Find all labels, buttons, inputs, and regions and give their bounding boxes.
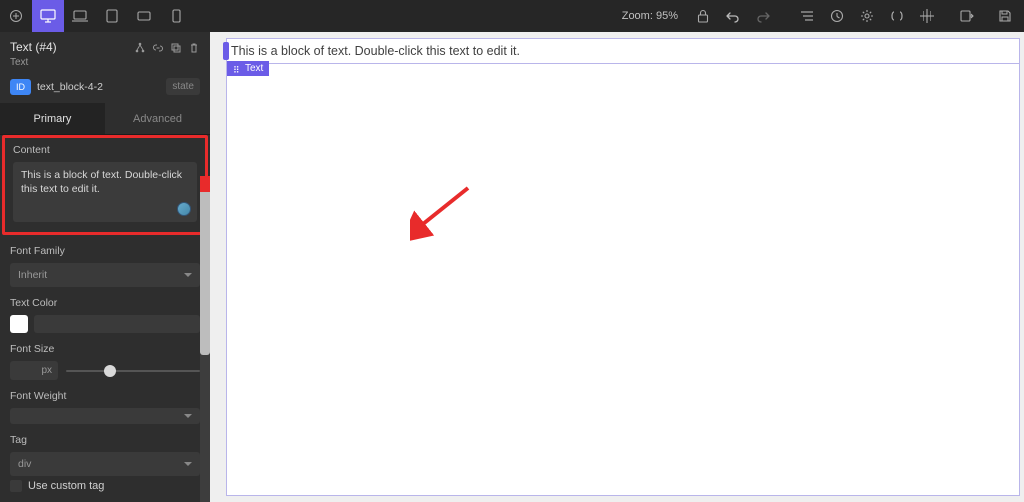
chevron-down-icon — [184, 273, 192, 277]
zoom-indicator[interactable]: Zoom: 95% — [622, 10, 678, 22]
device-switcher — [0, 0, 192, 32]
panel-scrollbar[interactable] — [200, 176, 210, 502]
device-laptop-button[interactable] — [64, 0, 96, 32]
id-badge: ID — [10, 79, 31, 95]
scrollbar-thumb[interactable] — [200, 176, 210, 355]
element-title: Text (#4) — [10, 40, 57, 54]
content-section: Content This is a block of text. Double-… — [2, 135, 208, 235]
font-weight-select[interactable] — [10, 408, 200, 424]
device-tablet-button[interactable] — [96, 0, 128, 32]
duplicate-icon[interactable] — [170, 42, 182, 54]
add-element-button[interactable] — [0, 0, 32, 32]
zoom-label: Zoom: — [622, 10, 653, 22]
device-mobile-button[interactable] — [160, 0, 192, 32]
text-color-swatch[interactable] — [10, 315, 28, 333]
grip-icon — [233, 65, 241, 73]
content-input[interactable]: This is a block of text. Double-click th… — [13, 162, 197, 222]
use-custom-tag-label: Use custom tag — [28, 480, 104, 492]
canvas-area[interactable]: This is a block of text. Double-click th… — [210, 32, 1024, 502]
font-size-input[interactable]: px — [10, 361, 58, 380]
content-label: Content — [13, 144, 197, 156]
link-icon[interactable] — [152, 42, 164, 54]
undo-button[interactable] — [718, 0, 748, 32]
properties-panel: Text (#4) Text ID text_block-4-2 state P… — [0, 32, 210, 502]
element-id[interactable]: text_block-4-2 — [37, 81, 160, 93]
slider-thumb[interactable] — [104, 365, 116, 377]
export-button[interactable] — [952, 0, 982, 32]
highlight-overlap — [200, 176, 210, 192]
chevron-down-icon — [184, 462, 192, 466]
delete-icon[interactable] — [188, 42, 200, 54]
font-weight-label: Font Weight — [10, 390, 200, 402]
selection-handle[interactable] — [223, 42, 229, 60]
state-button[interactable]: state — [166, 78, 200, 95]
chevron-down-icon — [184, 414, 192, 418]
save-button[interactable] — [990, 0, 1020, 32]
layers-button[interactable] — [792, 0, 822, 32]
font-family-label: Font Family — [10, 245, 200, 257]
font-size-label: Font Size — [10, 343, 200, 355]
tag-select[interactable]: div — [10, 452, 200, 476]
use-custom-tag-checkbox[interactable] — [10, 480, 22, 492]
grid-button[interactable] — [912, 0, 942, 32]
tab-primary[interactable]: Primary — [0, 103, 105, 134]
zoom-value: 95% — [656, 10, 678, 22]
redo-button[interactable] — [748, 0, 778, 32]
code-button[interactable] — [882, 0, 912, 32]
lock-button[interactable] — [688, 0, 718, 32]
device-desktop-button[interactable] — [32, 0, 64, 32]
font-size-slider[interactable] — [66, 364, 200, 378]
tree-icon[interactable] — [134, 42, 146, 54]
text-block[interactable]: This is a block of text. Double-click th… — [227, 39, 1019, 64]
top-toolbar: Zoom: 95% — [0, 0, 1024, 32]
page-canvas[interactable]: This is a block of text. Double-click th… — [226, 38, 1020, 496]
settings-button[interactable] — [852, 0, 882, 32]
element-type: Text — [10, 57, 57, 68]
tab-advanced[interactable]: Advanced — [105, 103, 210, 134]
ai-assistant-icon[interactable] — [177, 202, 191, 216]
device-tablet-landscape-button[interactable] — [128, 0, 160, 32]
text-color-input[interactable] — [34, 315, 200, 333]
history-button[interactable] — [822, 0, 852, 32]
text-color-label: Text Color — [10, 297, 200, 309]
font-family-select[interactable]: Inherit — [10, 263, 200, 287]
element-label-chip[interactable]: Text — [227, 61, 269, 76]
tag-label: Tag — [10, 434, 200, 446]
